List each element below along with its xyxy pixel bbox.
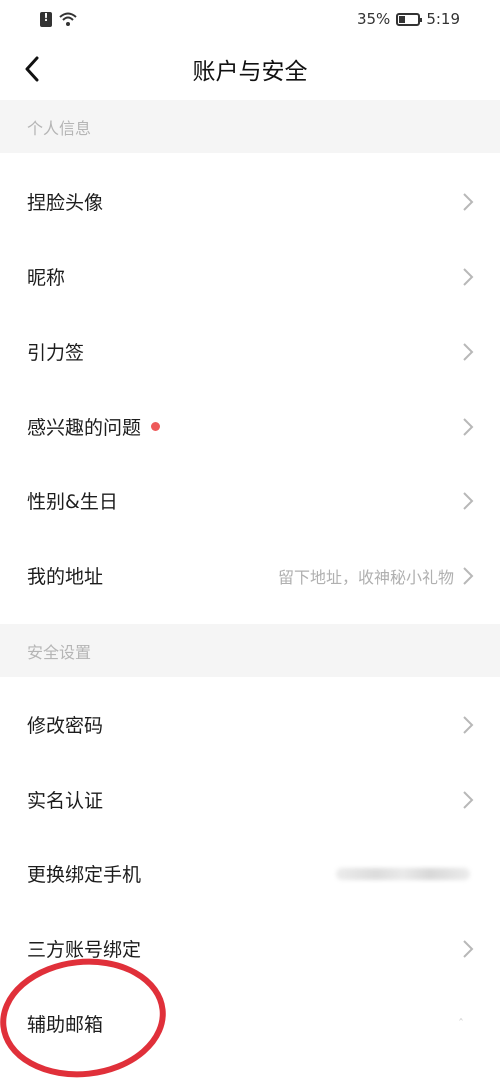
status-bar: 35% 5:19 [0,0,500,38]
row-right [462,715,474,735]
back-button[interactable] [14,51,50,87]
row-nickname[interactable]: 昵称 [0,239,500,314]
row-right [462,342,474,362]
row-label: 引力签 [27,342,85,364]
row-third-party[interactable]: 三方账号绑定 [0,911,500,986]
row-label: 昵称 [27,267,66,289]
row-change-password[interactable]: 修改密码 [0,687,500,762]
nav-bar: 账户与安全 [0,38,500,100]
row-label: 更换绑定手机 [27,864,142,886]
row-label: 三方账号绑定 [27,939,142,961]
battery-fill [399,15,406,23]
row-right: 留下地址，收神秘小礼物 [278,564,474,588]
row-interests[interactable]: 感兴趣的问题 [0,389,500,464]
row-label: 捏脸头像 [27,192,104,214]
back-arrow-icon [25,56,39,82]
row-backup-email[interactable]: 辅助邮箱 ˆ [0,986,500,1061]
chevron-right-icon [463,566,474,585]
row-label: 性别&生日 [27,491,118,513]
row-label: 修改密码 [27,715,104,737]
row-right [462,417,474,437]
row-right [336,867,474,880]
row-right: ˆ [458,1017,474,1031]
caret-mark: ˆ [458,1016,464,1031]
chevron-right-icon [463,417,474,436]
row-address[interactable]: 我的地址 留下地址，收神秘小礼物 [0,538,500,613]
chevron-right-icon [463,192,474,211]
row-real-name[interactable]: 实名认证 [0,762,500,837]
row-right [462,790,474,810]
row-gender-birthday[interactable]: 性别&生日 [0,463,500,538]
row-right [462,491,474,511]
page-title: 账户与安全 [192,59,308,85]
section-header-personal: 个人信息 [0,100,500,153]
row-label: 辅助邮箱 [27,1014,104,1036]
wifi-icon [59,12,77,26]
row-right [462,192,474,212]
status-right: 35% 5:19 [357,10,460,28]
notification-dot [151,422,161,431]
row-change-phone[interactable]: 更换绑定手机 [0,836,500,911]
row-right [462,939,474,959]
sim-alert-icon [40,11,52,27]
row-label: 我的地址 [27,566,104,588]
battery-percent: 35% [356,10,391,28]
clock: 5:19 [426,10,460,28]
chevron-right-icon [463,267,474,286]
chevron-right-icon [463,790,474,809]
section-title-personal: 个人信息 [27,118,92,138]
chevron-right-icon [463,715,474,734]
row-signature[interactable]: 引力签 [0,314,500,389]
row-label: 实名认证 [27,790,104,812]
row-right [462,267,474,287]
blurred-phone-number [336,867,470,880]
battery-icon [396,12,423,26]
section-title-security: 安全设置 [27,642,92,662]
address-hint: 留下地址，收神秘小礼物 [277,567,454,587]
chevron-right-icon [463,939,474,958]
section-header-security: 安全设置 [0,624,500,677]
row-avatar[interactable]: 捏脸头像 [0,164,500,239]
row-label: 感兴趣的问题 [27,417,142,439]
status-left [40,11,78,27]
chevron-right-icon [463,342,474,361]
chevron-right-icon [463,491,474,510]
